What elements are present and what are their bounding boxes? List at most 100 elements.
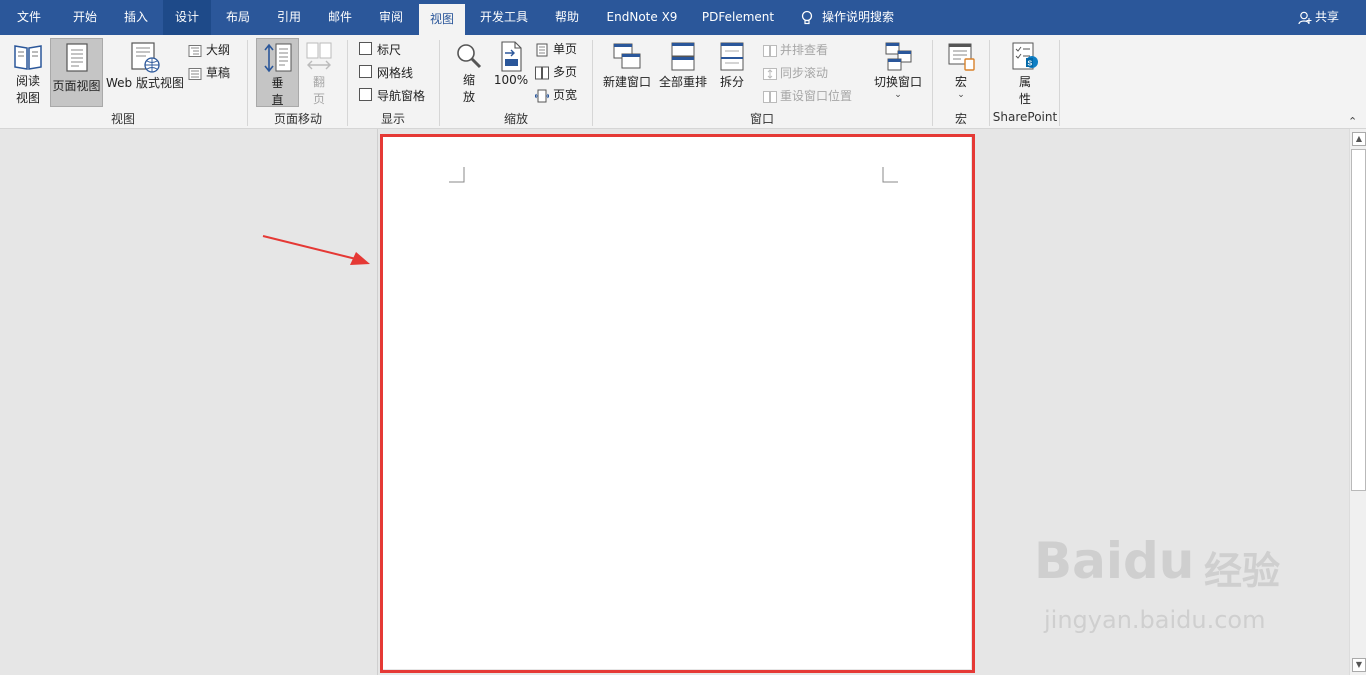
switch-windows-label: 切换窗口: [873, 75, 922, 89]
tell-me-box[interactable]: 操作说明搜索: [800, 0, 894, 35]
tab-developer[interactable]: 开发工具: [472, 0, 536, 35]
properties-label-1: 属: [1018, 75, 1031, 89]
multiple-pages-icon: [535, 66, 549, 79]
properties-button[interactable]: S 属 性: [1004, 40, 1046, 106]
vertical-label-1: 垂: [271, 76, 284, 90]
pane-divider: [377, 129, 378, 675]
web-layout-button[interactable]: Web 版式视图: [104, 40, 186, 106]
split-button[interactable]: 拆分: [712, 40, 752, 100]
ruler-label: 标尺: [377, 43, 402, 57]
group-label-window: 窗口: [749, 112, 774, 126]
one-page-button[interactable]: 单页: [535, 40, 583, 58]
draft-label: 草稿: [206, 66, 231, 80]
tab-review[interactable]: 审阅: [368, 0, 414, 35]
multiple-pages-button[interactable]: 多页: [535, 63, 583, 81]
group-divider: [592, 40, 593, 126]
page-width-label: 页宽: [553, 88, 578, 102]
tab-view[interactable]: 视图: [419, 4, 465, 35]
side-to-side-icon: [306, 42, 332, 70]
vertical-movement-button[interactable]: 垂 直: [256, 38, 299, 107]
read-mode-button[interactable]: 阅读 视图: [8, 40, 48, 106]
nav-pane-label: 导航窗格: [377, 89, 426, 103]
book-icon: [14, 45, 42, 70]
side-to-side-label-1: 翻: [312, 75, 325, 89]
watermark-url: jingyan.baidu.com: [1044, 606, 1266, 634]
side-by-side-icon: [763, 44, 777, 57]
arrange-all-icon: [671, 42, 695, 71]
one-page-label: 单页: [553, 42, 578, 56]
arrange-all-label: 全部重排: [658, 75, 707, 89]
sync-scroll-button[interactable]: 同步滚动: [763, 64, 828, 81]
share-button[interactable]: 共享: [1298, 0, 1339, 35]
outline-button[interactable]: 大纲: [188, 41, 238, 59]
tab-home[interactable]: 开始: [62, 0, 108, 35]
web-layout-label: Web 版式视图: [106, 76, 184, 90]
tab-design[interactable]: 设计: [163, 0, 211, 35]
arrange-all-button[interactable]: 全部重排: [656, 40, 710, 100]
outline-label: 大纲: [206, 43, 231, 57]
page-width-icon: [534, 89, 550, 102]
draft-icon: [188, 67, 202, 80]
tab-help[interactable]: 帮助: [546, 0, 588, 35]
zoom-label-1: 缩: [462, 73, 475, 87]
collapse-ribbon-icon[interactable]: ⌃: [1348, 115, 1357, 128]
tab-endnote[interactable]: EndNote X9: [598, 0, 686, 35]
group-label-sharepoint: SharePoint: [992, 110, 1058, 124]
split-label: 拆分: [719, 75, 744, 89]
tab-file[interactable]: 文件: [8, 0, 50, 35]
baidu-watermark: Baidu 经验 jingyan.baidu.com: [1034, 522, 1294, 642]
scroll-down-icon[interactable]: ▼: [1352, 658, 1366, 672]
scroll-up-icon[interactable]: ▲: [1352, 132, 1366, 146]
tab-pdfelement[interactable]: PDFelement: [696, 0, 780, 35]
scrollbar-thumb[interactable]: [1351, 149, 1366, 491]
lightbulb-icon: [801, 10, 813, 24]
web-page-icon: [131, 42, 160, 73]
group-divider: [989, 40, 990, 126]
group-label-page-movement: 页面移动: [273, 112, 322, 126]
svg-text:S: S: [1028, 61, 1033, 68]
group-divider: [439, 40, 440, 126]
split-icon: [720, 42, 744, 71]
print-layout-button[interactable]: 页面视图: [50, 38, 103, 107]
reset-window-position-button[interactable]: 重设窗口位置: [763, 87, 852, 104]
side-to-side-button[interactable]: 翻 页: [299, 40, 339, 106]
group-label-views: 视图: [110, 112, 135, 126]
tab-insert[interactable]: 插入: [113, 0, 159, 35]
person-icon: [1298, 11, 1312, 24]
nav-pane-checkbox[interactable]: [359, 88, 372, 101]
zoom-button[interactable]: 缩 放: [449, 40, 489, 106]
new-window-icon: [613, 43, 641, 69]
vertical-scroll-icon: [263, 43, 291, 73]
zoom-100-label: 100%: [493, 73, 529, 87]
group-divider: [247, 40, 248, 126]
watermark-brand: Baidu: [1034, 532, 1195, 590]
highlight-frame: [380, 134, 975, 673]
tab-layout[interactable]: 布局: [215, 0, 261, 35]
new-window-label: 新建窗口: [602, 75, 651, 89]
read-mode-label-1: 阅读: [15, 74, 40, 88]
macros-button[interactable]: 宏 ⌄: [940, 40, 982, 106]
page-icon: [65, 43, 88, 72]
tab-mailings[interactable]: 邮件: [317, 0, 363, 35]
page-width-button[interactable]: 页宽: [534, 86, 583, 104]
zoom-100-button[interactable]: 100%: [492, 40, 530, 100]
gridlines-checkbox[interactable]: [359, 65, 372, 78]
ruler-checkbox[interactable]: [359, 42, 372, 55]
new-window-button[interactable]: 新建窗口: [600, 40, 654, 100]
read-mode-label-2: 视图: [15, 91, 40, 105]
tab-references[interactable]: 引用: [266, 0, 312, 35]
reset-window-label: 重设窗口位置: [780, 89, 853, 103]
gridlines-label: 网格线: [377, 66, 414, 80]
annotation-arrow-icon: [262, 235, 370, 265]
group-divider: [347, 40, 348, 126]
sharepoint-properties-icon: S: [1012, 42, 1038, 70]
draft-button[interactable]: 草稿: [188, 64, 238, 82]
macro-icon: [948, 43, 975, 71]
view-side-by-side-button[interactable]: 并排查看: [763, 41, 828, 58]
switch-windows-button[interactable]: 切换窗口 ⌄: [868, 40, 928, 106]
properties-label-2: 性: [1018, 92, 1031, 106]
vertical-label-2: 直: [271, 93, 284, 107]
group-label-macros: 宏: [954, 112, 967, 126]
magnifier-icon: [457, 44, 482, 69]
page-100-icon: [501, 41, 522, 72]
